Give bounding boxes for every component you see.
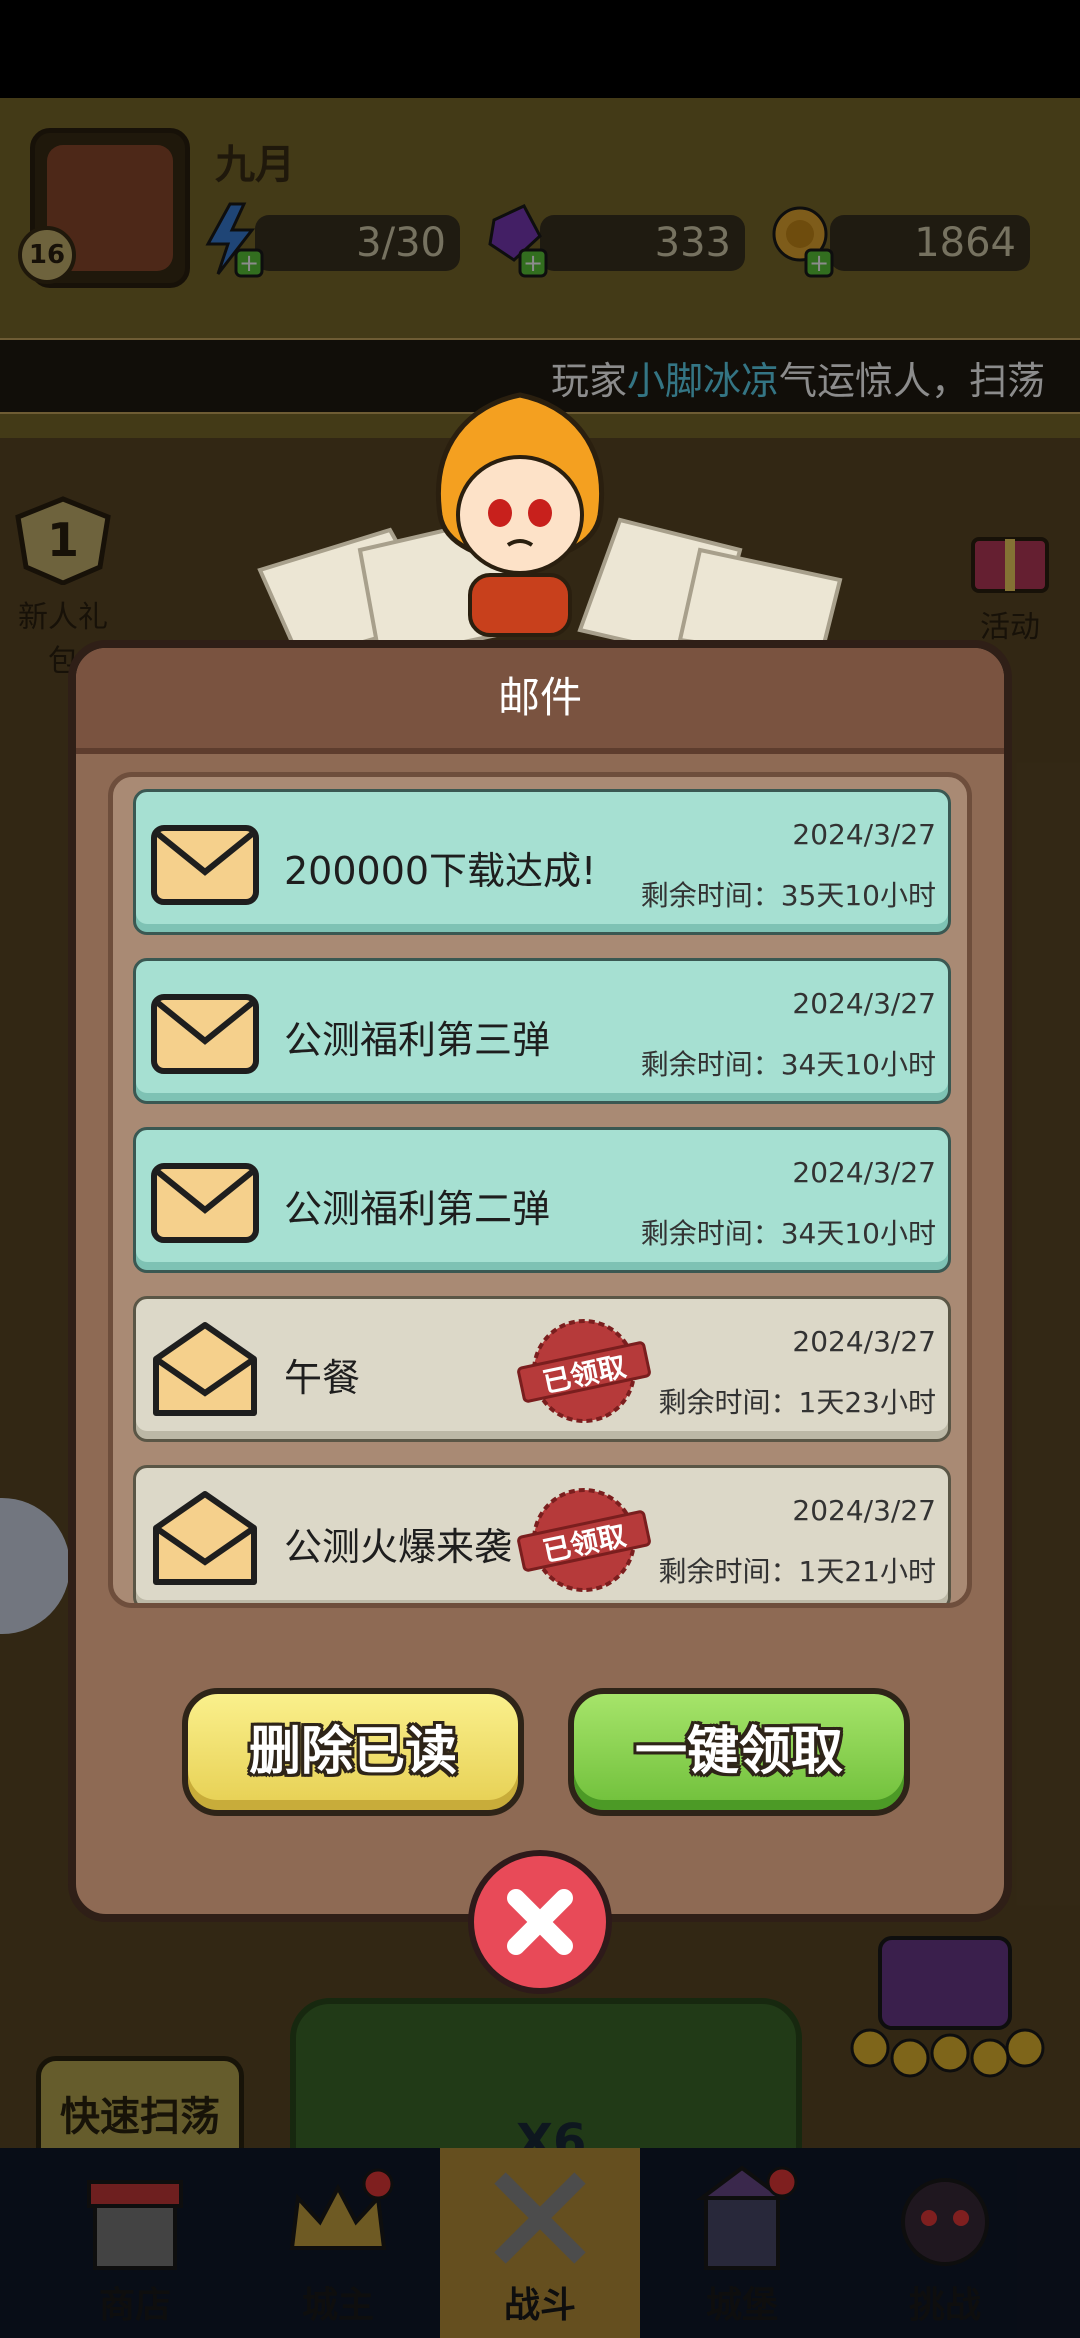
close-icon (507, 1889, 573, 1955)
mail-title: 午餐 (284, 1356, 361, 1400)
mail-list[interactable]: 200000下载达成! 2024/3/27 剩余时间：35天10小时 公测福利第… (108, 772, 972, 1608)
mail-item[interactable]: 公测福利第三弹 2024/3/27 剩余时间：34天10小时 (133, 958, 951, 1104)
open-envelope-icon (153, 1491, 257, 1585)
mail-remaining-time: 剩余时间：34天10小时 (640, 1048, 936, 1081)
mail-item[interactable]: 200000下载达成! 2024/3/27 剩余时间：35天10小时 (133, 789, 951, 935)
mail-dialog: 邮件 200000下载达成! 2024/3/27 剩余时间：35天10小时 公测… (68, 640, 1012, 1922)
close-dialog-button[interactable] (468, 1850, 612, 1994)
mail-title: 200000下载达成! (284, 849, 597, 893)
mail-remaining-time: 剩余时间：35天10小时 (640, 879, 936, 912)
mail-title: 公测火爆来袭 (284, 1525, 513, 1569)
mail-item[interactable]: 公测火爆来袭 已领取 2024/3/27 剩余时间：1天21小时 (133, 1465, 951, 1603)
mail-remaining-time: 剩余时间：1天21小时 (658, 1555, 936, 1588)
closed-envelope-icon (151, 994, 259, 1074)
mail-date: 2024/3/27 (792, 1325, 936, 1358)
closed-envelope-icon (151, 1163, 259, 1243)
mail-title: 公测福利第二弹 (284, 1187, 551, 1231)
mail-remaining-time: 剩余时间：34天10小时 (640, 1217, 936, 1250)
claimed-stamp: 已领取 (514, 1315, 654, 1427)
mail-item[interactable]: 午餐 已领取 2024/3/27 剩余时间：1天23小时 (133, 1296, 951, 1442)
mail-date: 2024/3/27 (792, 987, 936, 1020)
dialog-title: 邮件 (497, 673, 582, 722)
mail-date: 2024/3/27 (792, 1156, 936, 1189)
mail-title: 公测福利第三弹 (284, 1018, 551, 1062)
claimed-stamp: 已领取 (514, 1484, 654, 1596)
mail-remaining-time: 剩余时间：1天23小时 (658, 1386, 936, 1419)
mail-date: 2024/3/27 (792, 818, 936, 851)
mail-date: 2024/3/27 (792, 1494, 936, 1527)
open-envelope-icon (153, 1322, 257, 1416)
mail-item[interactable]: 公测福利第二弹 2024/3/27 剩余时间：34天10小时 (133, 1127, 951, 1273)
delete-read-button[interactable]: 删除已读 (182, 1688, 524, 1816)
claim-all-button[interactable]: 一键领取 (568, 1688, 910, 1816)
mascot-character (436, 392, 604, 637)
closed-envelope-icon (151, 825, 259, 905)
